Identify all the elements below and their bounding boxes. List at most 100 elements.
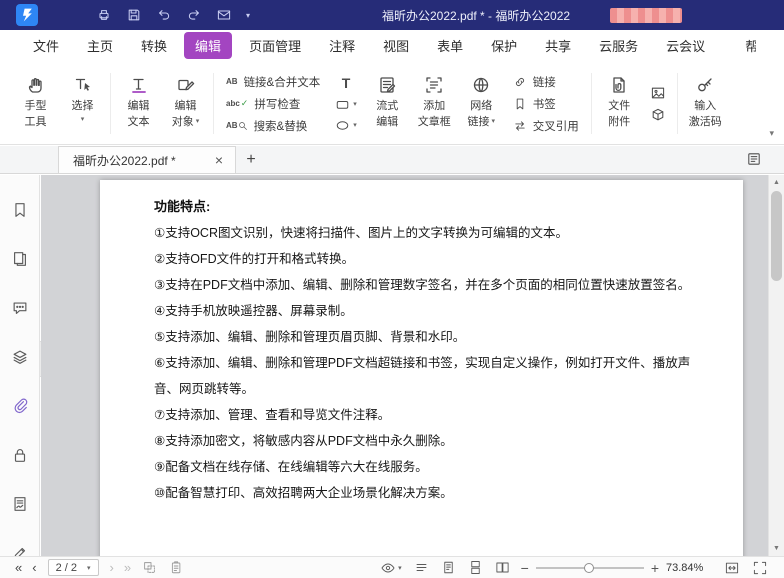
article-box-label-2: 文章框 xyxy=(418,115,451,129)
page-number-box[interactable]: 2 / 2 ▾ xyxy=(48,559,99,576)
ribbon-divider xyxy=(591,73,592,134)
ribbon-tab[interactable]: 云会议 xyxy=(655,32,716,59)
navigation-panel-bar xyxy=(0,175,40,556)
image-annotation-button[interactable] xyxy=(650,85,666,101)
edit-text-button[interactable]: 编辑 文本 xyxy=(115,66,162,141)
layers-panel-icon[interactable] xyxy=(11,348,29,371)
ribbon-tab[interactable]: 主页 xyxy=(76,32,124,59)
bookmarks-panel-icon[interactable] xyxy=(11,201,29,224)
spell-check-button[interactable]: abc✓ 拼写检查 xyxy=(226,96,320,112)
vertical-scrollbar[interactable]: ▲ ▼ xyxy=(768,175,784,556)
ribbon-tab-overflow[interactable]: 帮助 xyxy=(734,32,756,59)
continuous-page-icon[interactable] xyxy=(462,560,489,575)
last-page-button[interactable]: » xyxy=(119,561,136,574)
bookmark-button[interactable]: 书签 xyxy=(513,96,579,112)
activation-code-button[interactable]: 输入 激活码 xyxy=(682,66,729,141)
flow-edit-button[interactable]: 流式 编辑 xyxy=(364,66,411,141)
shape-tool-button[interactable]: ▾ xyxy=(335,97,357,112)
redo-icon[interactable] xyxy=(186,7,202,23)
foxit-logo[interactable] xyxy=(16,4,38,26)
zoom-slider[interactable] xyxy=(536,561,644,575)
hand-icon xyxy=(26,73,46,97)
single-page-icon[interactable] xyxy=(435,560,462,575)
media-tools-column xyxy=(643,66,673,141)
ribbon-tab[interactable]: 转换 xyxy=(130,32,178,59)
document-view[interactable]: 功能特点: ①支持OCR图文识别，快速将扫描件、图片上的文字转换为可编辑的文本。… xyxy=(41,175,768,556)
zoom-slider-knob[interactable] xyxy=(584,563,594,573)
facing-pages-icon[interactable] xyxy=(489,560,516,575)
file-attachment-button[interactable]: 文件 附件 xyxy=(596,66,643,141)
signatures-panel-icon[interactable] xyxy=(11,495,29,518)
document-text-line: ③支持在PDF文档中添加、编辑、删除和管理数字签名，并在多个页面的相同位置快速放… xyxy=(154,272,715,298)
fit-page-icon[interactable] xyxy=(718,560,746,576)
ellipse-tool-button[interactable]: ▾ xyxy=(335,118,357,133)
edit-object-button[interactable]: 编辑 对象▾ xyxy=(162,66,209,141)
scroll-up-arrow[interactable]: ▲ xyxy=(769,175,784,190)
prev-page-button[interactable]: ‹ xyxy=(27,561,41,574)
link-merge-text-button[interactable]: AB 链接&合并文本 xyxy=(226,74,320,90)
ribbon-tab[interactable]: 编辑 xyxy=(184,32,232,59)
hand-tool-button[interactable]: 手型 工具 xyxy=(12,66,59,141)
file-attachment-label-2: 附件 xyxy=(608,115,630,129)
key-icon xyxy=(695,73,715,97)
clipboard-icon[interactable] xyxy=(163,560,190,575)
add-article-box-button[interactable]: 添加 文章框 xyxy=(411,66,458,141)
activation-label-1: 输入 xyxy=(694,99,716,113)
edit-object-label-1: 编辑 xyxy=(175,99,197,113)
next-page-button[interactable]: › xyxy=(105,561,119,574)
web-link-caret-icon: ▾ xyxy=(491,115,495,129)
ribbon-tab[interactable]: 页面管理 xyxy=(238,32,312,59)
customize-toolbar-caret-icon[interactable]: ▾ xyxy=(246,11,250,20)
window-title: 福昕办公2022.pdf * - 福昕办公2022 xyxy=(382,0,570,30)
link-button[interactable]: 链接 xyxy=(513,74,579,90)
zoom-in-button[interactable]: + xyxy=(646,561,664,575)
reading-mode-icon[interactable] xyxy=(408,560,435,575)
collapse-ribbon-icon[interactable]: ▾ xyxy=(769,128,774,139)
view-mode-icon[interactable]: ▾ xyxy=(374,560,408,576)
document-tab[interactable]: 福昕办公2022.pdf * × xyxy=(58,146,236,173)
save-icon[interactable] xyxy=(126,7,142,23)
zoom-out-button[interactable]: − xyxy=(516,561,534,575)
article-box-label-1: 添加 xyxy=(423,99,445,113)
add-text-button[interactable]: T xyxy=(335,75,357,91)
comments-panel-icon[interactable] xyxy=(11,299,29,322)
account-badge-redacted[interactable] xyxy=(610,8,682,23)
page-thumbnails-panel-icon[interactable] xyxy=(11,250,29,273)
ribbon-tab[interactable]: 共享 xyxy=(534,32,582,59)
pdf-page[interactable]: 功能特点: ①支持OCR图文识别，快速将扫描件、图片上的文字转换为可编辑的文本。… xyxy=(100,180,743,556)
shape-caret-icon: ▾ xyxy=(353,100,357,108)
page-view-toggle-icon[interactable] xyxy=(746,151,762,172)
article-box-icon xyxy=(424,73,444,97)
ribbon-toolbar: 手型 工具 选择 ▾ 编辑 文本 编辑 对象▾ AB 链接&合并文本 a xyxy=(0,61,784,145)
email-icon[interactable] xyxy=(216,7,232,23)
scroll-down-arrow[interactable]: ▼ xyxy=(769,541,784,556)
ribbon-tab[interactable]: 云服务 xyxy=(588,32,649,59)
flow-edit-icon xyxy=(377,73,397,97)
ribbon-tab[interactable]: 表单 xyxy=(426,32,474,59)
zoom-percentage[interactable]: 73.84% xyxy=(666,562,714,574)
3d-annotation-button[interactable] xyxy=(650,107,666,123)
spell-check-label: 拼写检查 xyxy=(254,96,300,112)
undo-icon[interactable] xyxy=(156,7,172,23)
ribbon-tab[interactable]: 文件 xyxy=(22,32,70,59)
fullscreen-icon[interactable] xyxy=(746,560,774,576)
edit-object-icon xyxy=(176,73,196,97)
scrollbar-thumb[interactable] xyxy=(771,191,782,281)
select-tool-button[interactable]: 选择 ▾ xyxy=(59,66,106,141)
close-tab-icon[interactable]: × xyxy=(213,153,225,167)
document-text-line: ⑥支持添加、编辑、删除和管理PDF文档超链接和书签，实现自定义操作，例如打开文件… xyxy=(154,350,715,402)
ribbon-tab[interactable]: 注释 xyxy=(318,32,366,59)
attachments-panel-icon[interactable] xyxy=(11,397,29,420)
flow-edit-label-2: 编辑 xyxy=(376,115,398,129)
ribbon-tab[interactable]: 保护 xyxy=(480,32,528,59)
security-panel-icon[interactable] xyxy=(11,446,29,469)
print-icon[interactable] xyxy=(96,7,112,23)
ribbon-tab[interactable]: 视图 xyxy=(372,32,420,59)
search-replace-button[interactable]: AB 搜索&替换 xyxy=(226,118,320,134)
first-page-button[interactable]: « xyxy=(10,561,27,574)
edit-text-label-2: 文本 xyxy=(128,115,150,129)
cross-reference-button[interactable]: 交叉引用 xyxy=(513,118,579,134)
snapshot-icon[interactable] xyxy=(136,560,163,575)
new-tab-button[interactable]: + xyxy=(236,146,266,173)
web-link-button[interactable]: 网络 链接▾ xyxy=(458,66,505,141)
